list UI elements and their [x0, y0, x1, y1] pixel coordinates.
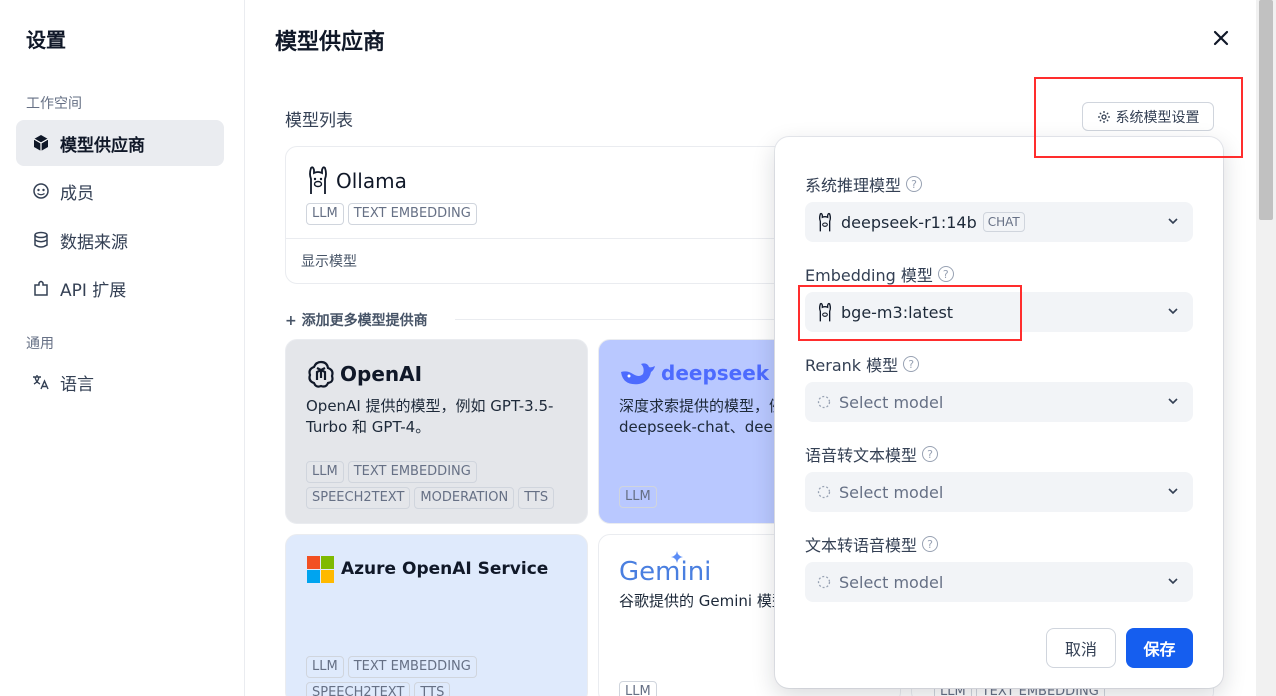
openai-name: OpenAI — [340, 362, 423, 386]
tag-llm: LLM — [619, 486, 657, 508]
field-label-reasoning-model: 系统推理模型 ? — [805, 172, 923, 196]
tag-text-embedding: TEXT EMBEDDING — [347, 461, 477, 483]
sidebar-item-label: 模型供应商 — [60, 135, 145, 156]
select-placeholder: Select model — [839, 572, 944, 592]
tag-moderation: MODERATION — [414, 487, 515, 509]
cube-icon — [32, 134, 50, 152]
tag-llm: LLM — [306, 461, 344, 483]
highlight-box-embedding — [798, 285, 1022, 341]
openai-logo-icon — [308, 360, 334, 388]
sidebar-item-label: 语言 — [60, 374, 94, 395]
sidebar-item-data-source[interactable]: 数据来源 — [16, 217, 224, 263]
help-icon[interactable]: ? — [906, 176, 923, 192]
field-label-embedding-model: Embedding 模型 ? — [805, 262, 954, 286]
model-placeholder-icon — [817, 395, 831, 409]
ollama-provider-card: Ollama LLM TEXT EMBEDDING 显示模型 — [285, 146, 805, 284]
show-models-link[interactable]: 显示模型 — [301, 251, 357, 271]
sparkle-icon — [671, 551, 683, 563]
highlight-box-system-settings — [1034, 77, 1243, 158]
tag-speech2text: SPEECH2TEXT — [306, 487, 411, 509]
close-button[interactable] — [1209, 26, 1233, 50]
ollama-logo-icon — [309, 166, 327, 194]
scrollbar[interactable] — [1256, 0, 1276, 696]
help-icon[interactable]: ? — [922, 446, 939, 462]
speech2text-model-select[interactable]: Select model — [805, 472, 1193, 512]
ollama-name: Ollama — [336, 169, 407, 193]
chat-badge: CHAT — [982, 212, 1025, 232]
sidebar-title: 设置 — [26, 28, 66, 52]
reasoning-model-select[interactable]: deepseek-r1:14b CHAT — [805, 202, 1193, 242]
sidebar-item-language[interactable]: 语言 — [16, 359, 224, 405]
sidebar-item-api-extension[interactable]: API 扩展 — [16, 265, 224, 311]
sidebar-item-model-provider[interactable]: 模型供应商 — [16, 120, 224, 166]
sidebar-item-members[interactable]: 成员 — [16, 168, 224, 214]
select-placeholder: Select model — [839, 482, 944, 502]
sidebar-item-label: 成员 — [60, 183, 94, 204]
chevron-down-icon — [1168, 398, 1178, 405]
database-icon — [32, 231, 50, 249]
label-text: 系统推理模型 — [805, 176, 902, 195]
chevron-down-icon — [1168, 488, 1178, 495]
tts-model-select[interactable]: Select model — [805, 562, 1193, 602]
label-text: 语音转文本模型 — [805, 446, 918, 465]
tag-tts: TTS — [414, 682, 451, 696]
tag-llm: LLM — [619, 681, 657, 696]
field-label-speech2text-model: 语音转文本模型 ? — [805, 442, 939, 466]
openai-description: OpenAI 提供的模型，例如 GPT-3.5-Turbo 和 GPT-4。 — [306, 397, 554, 436]
field-label-rerank-model: Rerank 模型 ? — [805, 352, 920, 376]
save-button[interactable]: 保存 — [1126, 628, 1193, 668]
chevron-down-icon — [1168, 578, 1178, 585]
sidebar: 设置 工作空间 模型供应商 成员 数据来源 API 扩展 通用 语言 — [0, 0, 245, 696]
openai-provider-card[interactable]: OpenAI OpenAI 提供的模型，例如 GPT-3.5-Turbo 和 G… — [285, 339, 588, 524]
add-more-providers-label: + 添加更多模型提供商 — [285, 313, 428, 329]
system-model-settings-panel: 系统推理模型 ? deepseek-r1:14b CHAT Embedding … — [775, 137, 1223, 688]
help-icon[interactable]: ? — [922, 536, 939, 552]
divider — [455, 319, 785, 320]
translate-icon — [32, 373, 50, 391]
group-label-general: 通用 — [26, 336, 54, 352]
close-icon — [1213, 30, 1229, 46]
microsoft-logo-icon — [307, 556, 334, 583]
selected-model-value: deepseek-r1:14b — [841, 212, 977, 232]
tag-llm: LLM — [306, 203, 344, 225]
model-list-label: 模型列表 — [285, 111, 353, 131]
deepseek-name: deepseek — [661, 361, 770, 385]
divider — [286, 238, 804, 239]
scrollbar-thumb[interactable] — [1259, 0, 1273, 220]
page-title: 模型供应商 — [275, 30, 386, 55]
help-icon[interactable]: ? — [937, 266, 954, 282]
cancel-button[interactable]: 取消 — [1046, 628, 1116, 668]
gemini-name: Gemini — [619, 557, 712, 587]
deepseek-logo-icon — [621, 363, 655, 385]
field-label-tts-model: 文本转语音模型 ? — [805, 532, 939, 556]
tag-speech2text: SPEECH2TEXT — [306, 682, 411, 696]
label-text: Embedding 模型 — [805, 266, 933, 285]
puzzle-icon — [32, 279, 50, 297]
tag-text-embedding: TEXT EMBEDDING — [347, 656, 477, 678]
tag-tts: TTS — [518, 487, 555, 509]
select-placeholder: Select model — [839, 392, 944, 412]
chevron-down-icon — [1168, 218, 1178, 225]
chevron-down-icon — [1168, 308, 1178, 315]
help-icon[interactable]: ? — [903, 356, 920, 372]
members-icon — [32, 182, 50, 200]
model-placeholder-icon — [817, 575, 831, 589]
group-label-workspace: 工作空间 — [26, 96, 82, 112]
azure-provider-card[interactable]: Azure OpenAI Service LLM TEXT EMBEDDING … — [285, 534, 588, 696]
sidebar-item-label: API 扩展 — [60, 280, 127, 301]
azure-name: Azure OpenAI Service — [341, 559, 549, 579]
tag-text-embedding: TEXT EMBEDDING — [347, 203, 477, 225]
sidebar-item-label: 数据来源 — [60, 232, 128, 253]
label-text: 文本转语音模型 — [805, 536, 918, 555]
model-placeholder-icon — [817, 485, 831, 499]
ollama-logo-icon — [819, 212, 831, 232]
label-text: Rerank 模型 — [805, 356, 899, 375]
rerank-model-select[interactable]: Select model — [805, 382, 1193, 422]
tag-llm: LLM — [306, 656, 344, 678]
